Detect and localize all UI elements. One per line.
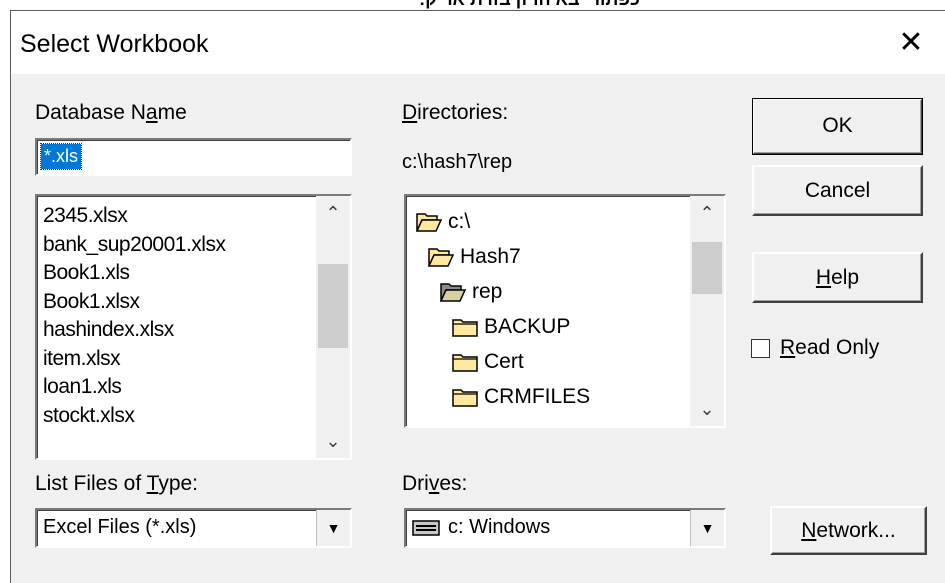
directory-item-c[interactable]: c:\ [416, 206, 470, 238]
folder-icon [452, 354, 478, 372]
read-only-checkbox[interactable]: Read Only [751, 333, 879, 363]
read-only-checkbox-box[interactable] [751, 338, 770, 358]
list-item[interactable]: loan1.xls [43, 373, 225, 402]
open-folder-icon [428, 248, 454, 267]
file-list-scrollbar[interactable]: ⌃ ⌄ [316, 196, 350, 458]
directory-item-cert[interactable]: Cert [452, 346, 524, 378]
drives-label: Drives: [402, 472, 468, 495]
ok-button[interactable]: OK [752, 98, 923, 155]
database-name-value[interactable]: *.xls [39, 143, 83, 170]
folder-icon [452, 389, 478, 407]
scroll-up-icon[interactable]: ⌃ [316, 196, 350, 230]
folder-icon [452, 319, 478, 337]
drive-icon [412, 519, 440, 536]
list-item[interactable]: 2345.xlsx [43, 202, 225, 231]
open-folder-selected-icon [440, 283, 466, 302]
file-list[interactable]: 2345.xlsx bank_sup20001.xlsx Book1.xls B… [35, 194, 352, 460]
read-only-label: Read Only [780, 336, 880, 359]
list-item[interactable]: item.xlsx [43, 345, 225, 374]
chevron-down-icon[interactable]: ▼ [690, 510, 724, 546]
list-item[interactable]: hashindex.xlsx [43, 316, 225, 345]
list-item[interactable]: Book1.xls [43, 259, 225, 288]
list-item[interactable]: stockt.xlsx [43, 402, 225, 431]
open-folder-icon [416, 213, 442, 232]
chevron-down-icon[interactable]: ▼ [316, 510, 350, 546]
close-icon[interactable]: ✕ [891, 25, 931, 61]
list-item[interactable]: Book1.xlsx [43, 288, 225, 317]
file-type-select[interactable]: Excel Files (*.xls) ▼ [35, 508, 352, 548]
file-list-items: 2345.xlsx bank_sup20001.xlsx Book1.xls B… [43, 202, 226, 431]
file-type-label: List Files of Type: [35, 472, 199, 495]
file-type-value: Excel Files (*.xls) [43, 516, 197, 538]
database-name-input[interactable]: *.xls [35, 138, 352, 176]
scroll-thumb[interactable] [692, 242, 722, 294]
select-workbook-dialog: Select Workbook ✕ Database Name *.xls 23… [10, 10, 945, 583]
background-text: כפתור יבא הרזן בזרת אריק: [419, 0, 640, 10]
drives-value: c: Windows [412, 516, 550, 539]
list-item[interactable]: bank_sup20001.xlsx [43, 231, 226, 260]
directory-item-backup[interactable]: BACKUP [452, 311, 570, 343]
scroll-down-icon[interactable]: ⌄ [690, 392, 724, 426]
directory-item-hash7[interactable]: Hash7 [428, 241, 521, 273]
current-directory-path: c:\hash7\rep [402, 151, 513, 173]
dialog-title: Select Workbook [20, 30, 209, 58]
directories-label: Directories: [402, 101, 509, 124]
drives-select[interactable]: c: Windows ▼ [404, 508, 726, 548]
directory-item-rep[interactable]: rep [440, 276, 502, 308]
cancel-button[interactable]: Cancel [752, 165, 923, 216]
title-bar[interactable]: Select Workbook ✕ [11, 11, 945, 74]
help-button[interactable]: Help [752, 252, 923, 303]
scroll-down-icon[interactable]: ⌄ [316, 424, 350, 458]
scroll-thumb[interactable] [318, 264, 348, 348]
scroll-up-icon[interactable]: ⌃ [690, 196, 724, 230]
database-name-label: Database Name [35, 101, 187, 124]
directory-item-crmfiles[interactable]: CRMFILES [452, 381, 590, 413]
network-button[interactable]: Network... [770, 506, 927, 555]
directory-list-scrollbar[interactable]: ⌃ ⌄ [690, 196, 724, 426]
directory-list[interactable]: c:\ Hash7 rep BACKUP Cert CRMFILES ⌃ ⌄ [404, 194, 726, 428]
